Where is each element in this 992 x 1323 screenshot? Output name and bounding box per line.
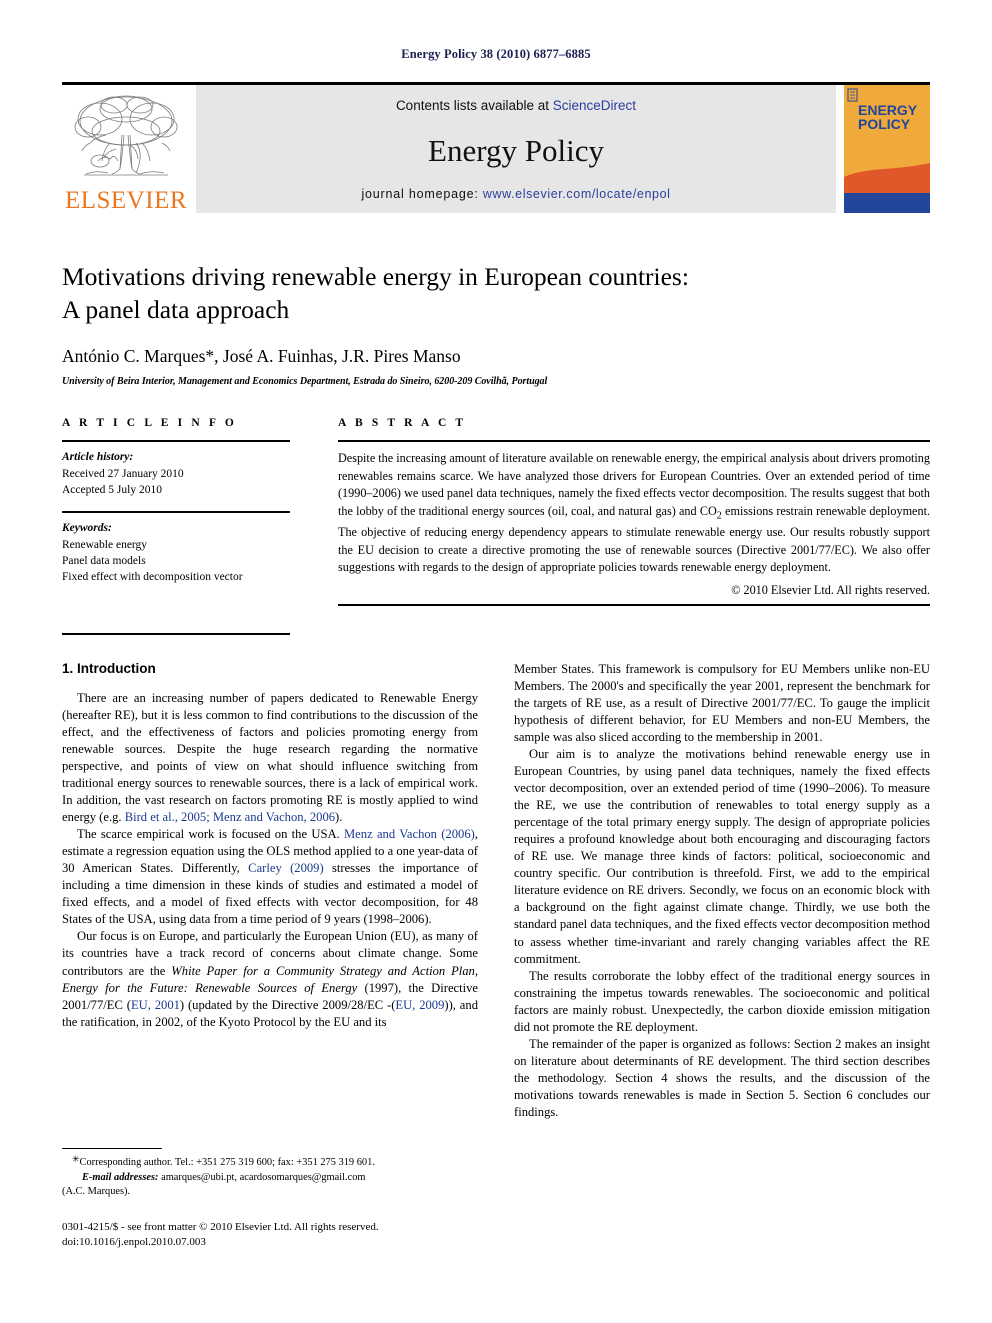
elsevier-tree-icon [70, 91, 182, 187]
paragraph: Our focus is on Europe, and particularly… [62, 929, 479, 1029]
title-block: Motivations driving renewable energy in … [62, 261, 930, 387]
footnote-rule [62, 1148, 162, 1149]
body-right-column: Member States. This framework is compuls… [514, 661, 930, 1122]
corresponding-author-text: Corresponding author. Tel.: +351 275 319… [79, 1157, 375, 1168]
elsevier-wordmark: ELSEVIER [64, 187, 188, 214]
citation-link[interactable]: Menz and Vachon (2006) [344, 827, 475, 841]
abstract-heading: A B S T R A C T [338, 417, 467, 430]
contents-prefix-text: Contents lists available at [395, 98, 553, 113]
journal-banner: ELSEVIER Contents lists available at Sci… [62, 82, 930, 213]
body-left-column: 1. Introduction There are an increasing … [62, 661, 478, 1122]
section-heading-introduction: 1. Introduction [62, 660, 156, 676]
contents-lists-line: Contents lists available at ScienceDirec… [396, 98, 636, 113]
citation-link[interactable]: EU, 2009 [395, 998, 444, 1012]
journal-title: Energy Policy [428, 132, 604, 168]
article-info-heading: A R T I C L E I N F O [62, 417, 237, 430]
paragraph: The remainder of the paper is organized … [514, 1036, 930, 1120]
paper-page: Energy Policy 38 (2010) 6877–6885 ELSEVI… [0, 0, 992, 1323]
email-label: E-mail addresses: [82, 1171, 159, 1183]
article-history-block: Article history: Received 27 January 201… [62, 442, 290, 511]
paragraph: The scarce empirical work is focused on … [62, 827, 478, 927]
journal-homepage-link[interactable]: www.elsevier.com/locate/enpol [483, 187, 671, 201]
journal-cover-thumbnail: ENERGY POLICY [844, 85, 930, 213]
email-owner: (A.C. Marques). [62, 1186, 131, 1198]
issn-block: 0301-4215/$ - see front matter © 2010 El… [62, 1220, 478, 1251]
page-title: Motivations driving renewable energy in … [62, 261, 930, 326]
asterisk-icon: ✳ [72, 1154, 80, 1164]
abstract-rule-bottom [338, 603, 930, 606]
citation-link[interactable]: EU, 2001 [131, 998, 180, 1012]
keyword-item: Fixed effect with decomposition vector [62, 571, 243, 584]
article-history-label: Article history: [62, 451, 134, 464]
affiliation: University of Beira Interior, Management… [62, 376, 548, 388]
author-list: António C. Marques*, José A. Fuinhas, J.… [62, 346, 461, 367]
abstract-column: A B S T R A C T Despite the increasing a… [320, 417, 930, 634]
article-info-rule-bottom [62, 632, 290, 635]
info-abstract-region: A R T I C L E I N F O Article history: R… [62, 417, 930, 635]
email-footnote: E-mail addresses: amarques@ubi.pt, acard… [62, 1171, 478, 1186]
paragraph: Our aim is to analyze the motivations be… [514, 746, 930, 966]
abstract-copyright: © 2010 Elsevier Ltd. All rights reserved… [731, 582, 930, 597]
sciencedirect-link[interactable]: ScienceDirect [553, 98, 636, 113]
footnote-area: ✳Corresponding author. Tel.: +351 275 31… [62, 1148, 478, 1251]
doi-line[interactable]: doi:10.1016/j.enpol.2010.07.003 [62, 1235, 478, 1251]
paper-title-line1: Motivations driving renewable energy in … [62, 262, 689, 291]
running-head: Energy Policy 38 (2010) 6877–6885 [401, 47, 591, 61]
keywords-block: Keywords: Renewable energy Panel data mo… [62, 513, 290, 598]
paragraph: The results corroborate the lobby effect… [514, 968, 930, 1034]
cover-title-line2: POLICY [858, 116, 911, 132]
body-two-column-region: 1. Introduction There are an increasing … [62, 661, 930, 1122]
banner-center-panel: Contents lists available at ScienceDirec… [196, 85, 836, 213]
journal-homepage-line: journal homepage: www.elsevier.com/locat… [361, 187, 670, 201]
article-received-date: Received 27 January 2010 [62, 467, 184, 480]
elsevier-logo: ELSEVIER [62, 85, 190, 213]
abstract-text: Despite the increasing amount of literat… [338, 442, 930, 582]
corresponding-author-footnote: ✳Corresponding author. Tel.: +351 275 31… [62, 1153, 478, 1171]
article-accepted-date: Accepted 5 July 2010 [62, 483, 162, 496]
issn-line: 0301-4215/$ - see front matter © 2010 El… [62, 1220, 379, 1233]
citation-link[interactable]: Bird et al., 2005; Menz and Vachon, 2006 [125, 810, 335, 824]
keyword-item: Renewable energy [62, 538, 148, 551]
paper-title-line2: A panel data approach [62, 294, 290, 324]
homepage-prefix-text: journal homepage: [361, 187, 483, 201]
paragraph: Member States. This framework is compuls… [514, 661, 930, 744]
email-addresses[interactable]: amarques@ubi.pt, acardosomarques@gmail.c… [161, 1172, 365, 1183]
keyword-item: Panel data models [62, 554, 146, 567]
keywords-label: Keywords: [62, 522, 112, 535]
paragraph: There are an increasing number of papers… [62, 690, 478, 824]
abstract-paragraph: Despite the increasing amount of literat… [338, 451, 930, 575]
citation-link[interactable]: Carley (2009) [248, 861, 323, 875]
article-info-column: A R T I C L E I N F O Article history: R… [62, 417, 320, 635]
